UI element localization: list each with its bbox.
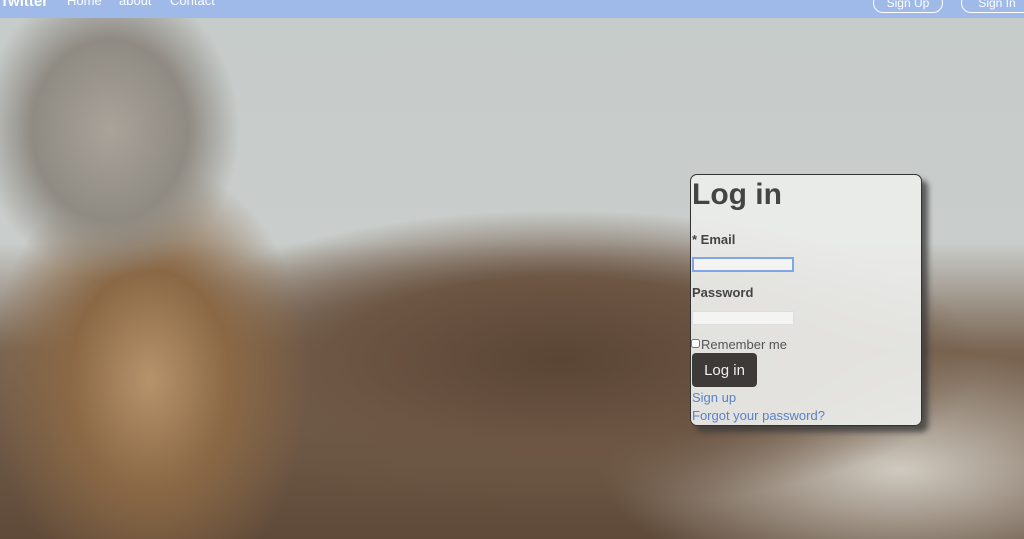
nav-contact[interactable]: Contact [170, 0, 215, 8]
page-title: Log in [692, 178, 782, 211]
password-field[interactable] [692, 311, 794, 325]
forgot-password-link[interactable]: Forgot your password? [692, 408, 825, 423]
email-label: * Email [692, 232, 736, 247]
sign-up-link[interactable]: Sign up [692, 390, 736, 405]
email-field[interactable] [692, 257, 794, 272]
remember-me-checkbox[interactable] [691, 339, 700, 348]
remember-me-label: Remember me [701, 337, 787, 352]
navbar: Twitter Home about Contact Sign Up Sign … [0, 0, 1024, 18]
password-label: Password [692, 285, 754, 300]
log-in-button[interactable]: Log in [692, 353, 757, 387]
brand-link[interactable]: Twitter [0, 0, 48, 10]
sign-in-button[interactable]: Sign In [961, 0, 1024, 13]
sign-up-button[interactable]: Sign Up [873, 0, 943, 13]
login-form: Log in * Email Password Remember me Log … [690, 174, 922, 426]
nav-home[interactable]: Home [67, 0, 102, 8]
nav-about[interactable]: about [119, 0, 152, 8]
